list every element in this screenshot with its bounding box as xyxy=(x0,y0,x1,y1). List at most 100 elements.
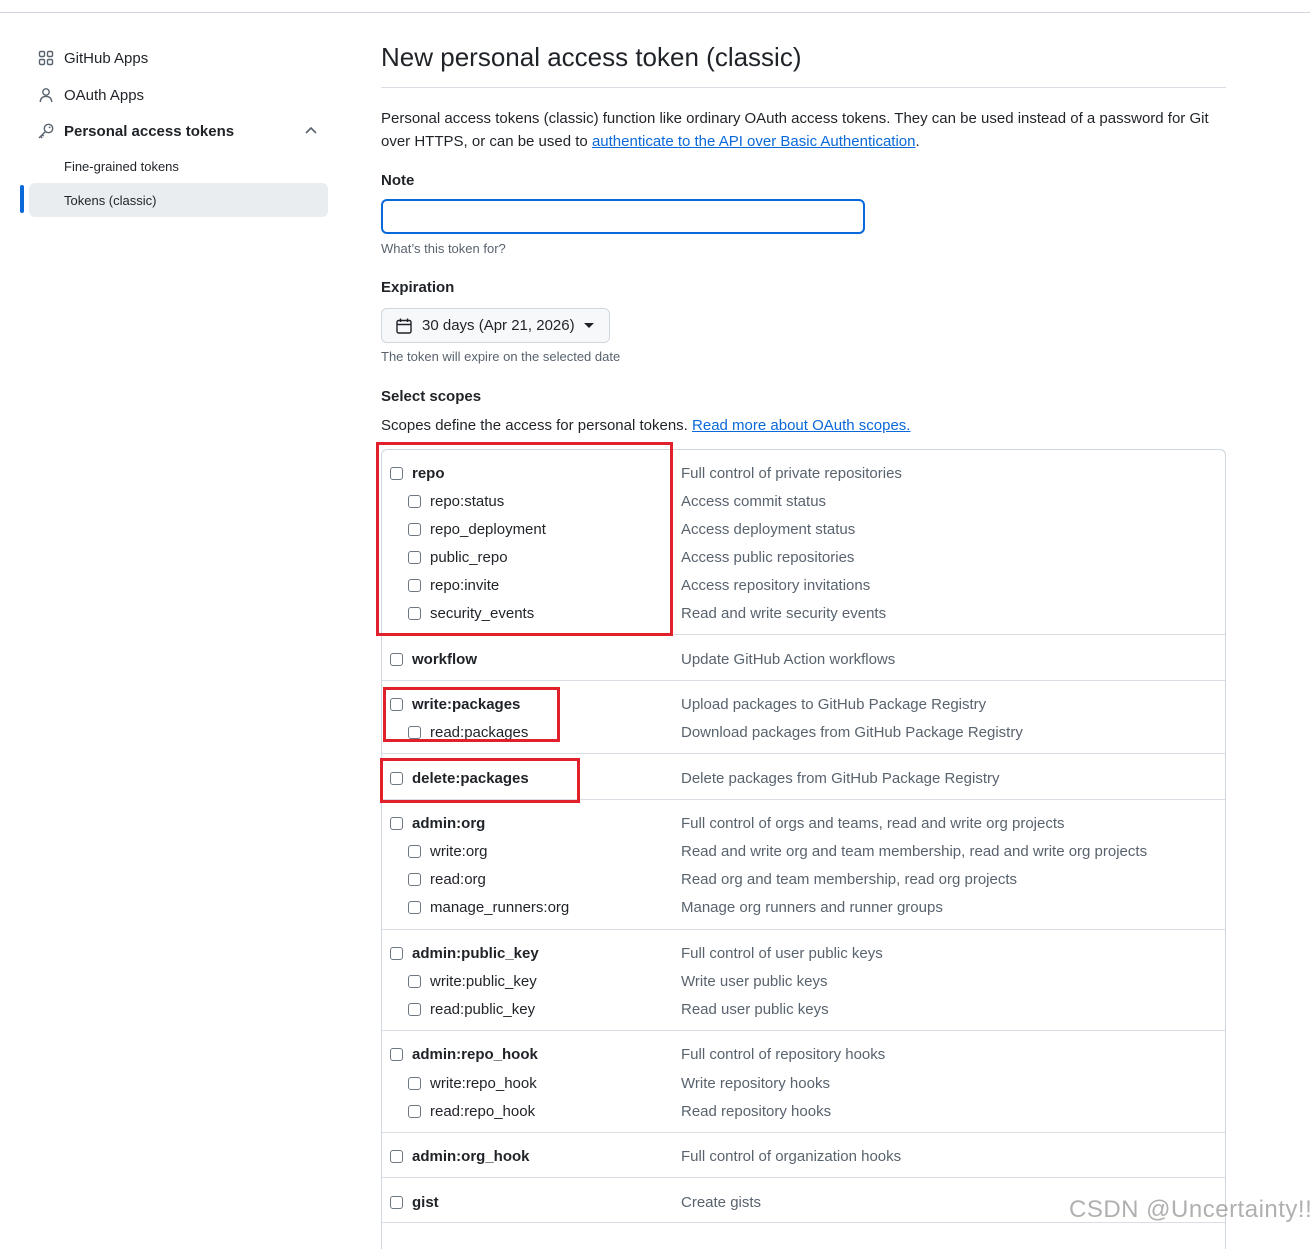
scope-description: Write repository hooks xyxy=(681,1074,830,1092)
scope-row[interactable]: write:public_key xyxy=(408,970,537,992)
scope-description: Read org and team membership, read org p… xyxy=(681,870,1018,888)
scope-checkbox[interactable] xyxy=(390,816,403,830)
scope-checkbox[interactable] xyxy=(390,1047,403,1061)
scope-description: Upload packages to GitHub Package Regist… xyxy=(681,695,987,713)
scope-description: Read and write org and team membership, … xyxy=(681,842,1148,860)
scope-description: Full control of orgs and teams, read and… xyxy=(681,814,1065,832)
scope-description: Read and write security events xyxy=(681,604,887,622)
scope-description: Read repository hooks xyxy=(681,1102,832,1120)
group-divider xyxy=(382,753,1225,754)
scope-name: admin:org xyxy=(412,814,486,832)
note-label: Note xyxy=(381,172,415,189)
scope-description: Access commit status xyxy=(681,492,827,510)
scope-description: Access repository invitations xyxy=(681,576,871,594)
group-divider xyxy=(382,1132,1225,1133)
active-indicator xyxy=(20,185,24,213)
highlight-box-delete-packages xyxy=(380,758,580,803)
scope-name: write:repo_hook xyxy=(430,1074,537,1092)
dropdown-caret-icon xyxy=(583,323,594,328)
scope-row[interactable]: read:repo_hook xyxy=(408,1100,535,1122)
scope-name: workflow xyxy=(412,650,478,668)
scopes-desc-text: Scopes define the access for personal to… xyxy=(381,417,693,434)
select-scopes-label: Select scopes xyxy=(381,388,482,405)
oauth-scopes-link[interactable]: Read more about OAuth scopes. xyxy=(692,417,910,434)
scope-row[interactable]: admin:repo_hook xyxy=(390,1043,538,1065)
scope-description: Full control of repository hooks xyxy=(681,1045,886,1063)
sidebar-item-personal-access-tokens[interactable]: Personal access tokens xyxy=(36,119,234,143)
group-divider xyxy=(382,680,1225,681)
note-input[interactable] xyxy=(381,199,865,234)
scope-name: admin:public_key xyxy=(412,944,539,962)
intro-paragraph: Personal access tokens (classic) functio… xyxy=(381,107,1226,153)
calendar-icon xyxy=(395,317,413,335)
scope-checkbox[interactable] xyxy=(408,1104,421,1118)
group-divider xyxy=(382,1030,1225,1031)
scope-name: admin:repo_hook xyxy=(412,1045,538,1063)
scope-description: Write user public keys xyxy=(681,972,828,990)
expiration-select[interactable]: 30 days (Apr 21, 2026) xyxy=(381,308,610,343)
scope-row[interactable]: gist xyxy=(390,1191,439,1213)
intro-end: . xyxy=(915,133,920,150)
sidebar-item-oauth-apps[interactable]: OAuth Apps xyxy=(36,83,144,107)
scope-row[interactable]: workflow xyxy=(390,648,477,670)
scope-checkbox[interactable] xyxy=(408,974,421,988)
note-hint: What’s this token for? xyxy=(381,241,506,256)
scope-checkbox[interactable] xyxy=(390,1149,403,1163)
scope-checkbox[interactable] xyxy=(408,844,421,858)
scope-description: Full control of user public keys xyxy=(681,944,883,962)
scope-description: Full control of private repositories xyxy=(681,464,902,482)
key-icon xyxy=(36,121,56,141)
scope-description: Update GitHub Action workflows xyxy=(681,650,896,668)
sidebar-item-label: OAuth Apps xyxy=(64,86,145,104)
basic-auth-link[interactable]: authenticate to the API over Basic Authe… xyxy=(592,133,916,150)
scope-name: read:public_key xyxy=(430,1000,536,1018)
scope-row[interactable]: admin:org_hook xyxy=(390,1145,530,1167)
sidebar-item-label: Personal access tokens xyxy=(64,122,235,140)
scope-checkbox[interactable] xyxy=(408,900,421,914)
scope-name: admin:org_hook xyxy=(412,1147,530,1165)
scope-name: read:org xyxy=(430,870,486,888)
sidebar-subitem-fine-grained-tokens[interactable]: Fine-grained tokens xyxy=(29,149,328,183)
group-divider xyxy=(382,1177,1225,1178)
scopes-description: Scopes define the access for personal to… xyxy=(381,417,910,434)
scope-checkbox[interactable] xyxy=(408,1002,421,1016)
scope-description: Manage org runners and runner groups xyxy=(681,898,943,916)
scope-checkbox[interactable] xyxy=(390,946,403,960)
scope-description: Read user public keys xyxy=(681,1000,829,1018)
scope-row[interactable]: manage_runners:org xyxy=(408,896,569,918)
scope-checkbox[interactable] xyxy=(390,652,403,666)
scope-row[interactable]: admin:org xyxy=(390,812,485,834)
scope-description: Delete packages from GitHub Package Regi… xyxy=(681,769,1000,787)
scope-checkbox[interactable] xyxy=(408,872,421,886)
expiration-value: 30 days (Apr 21, 2026) xyxy=(422,317,575,334)
scope-description: Create gists xyxy=(681,1193,762,1211)
scope-row[interactable]: read:org xyxy=(408,868,486,890)
scope-row[interactable]: write:org xyxy=(408,840,488,862)
scope-description: Access deployment status xyxy=(681,520,856,538)
top-header-edge xyxy=(0,0,1310,13)
scope-description: Download packages from GitHub Package Re… xyxy=(681,723,1023,741)
scope-description: Access public repositories xyxy=(681,548,855,566)
highlight-box-repo xyxy=(376,442,673,636)
expiration-hint: The token will expire on the selected da… xyxy=(381,349,621,364)
sidebar-subitem-label: Fine-grained tokens xyxy=(64,158,179,174)
title-divider xyxy=(381,87,1226,88)
scope-row[interactable]: write:repo_hook xyxy=(408,1072,537,1094)
page-title: New personal access token (classic) xyxy=(381,42,802,72)
scope-name: read:repo_hook xyxy=(430,1102,536,1120)
scope-description: Full control of organization hooks xyxy=(681,1147,902,1165)
sidebar-item-label: GitHub Apps xyxy=(64,49,149,67)
group-divider xyxy=(382,929,1225,930)
sidebar-subitem-tokens-classic[interactable]: Tokens (classic) xyxy=(29,183,328,217)
sidebar-item-github-apps[interactable]: GitHub Apps xyxy=(36,46,148,70)
scope-row[interactable]: admin:public_key xyxy=(390,942,539,964)
chevron-up-icon[interactable] xyxy=(302,121,320,139)
scope-name: write:public_key xyxy=(430,972,537,990)
expiration-label: Expiration xyxy=(381,279,455,296)
scope-row[interactable]: read:public_key xyxy=(408,998,535,1020)
watermark: CSDN @Uncertainty!! xyxy=(1069,1196,1310,1223)
scope-name: manage_runners:org xyxy=(430,898,570,916)
scope-checkbox[interactable] xyxy=(408,1076,421,1090)
scope-checkbox[interactable] xyxy=(390,1195,403,1209)
apps-icon xyxy=(36,48,56,68)
